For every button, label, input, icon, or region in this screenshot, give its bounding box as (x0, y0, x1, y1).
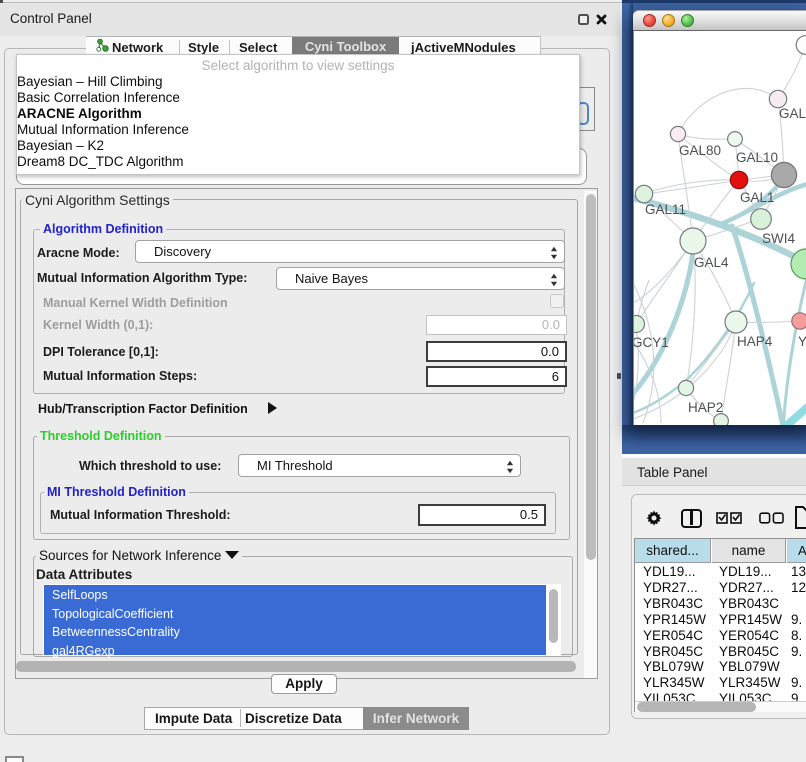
svg-text:GAL80: GAL80 (679, 143, 721, 158)
svg-text:GAL11: GAL11 (645, 202, 686, 217)
svg-text:HAP2: HAP2 (688, 400, 723, 415)
svg-text:GCY1: GCY1 (633, 335, 669, 350)
svg-text:SWI4: SWI4 (762, 231, 795, 246)
svg-text:GAL10: GAL10 (736, 150, 778, 165)
svg-text:GAL1: GAL1 (740, 190, 775, 205)
svg-text:HAP4: HAP4 (737, 334, 773, 349)
svg-text:GAL: GAL (779, 106, 806, 121)
svg-text:GAL4: GAL4 (694, 255, 729, 270)
svg-text:Y: Y (798, 334, 806, 349)
